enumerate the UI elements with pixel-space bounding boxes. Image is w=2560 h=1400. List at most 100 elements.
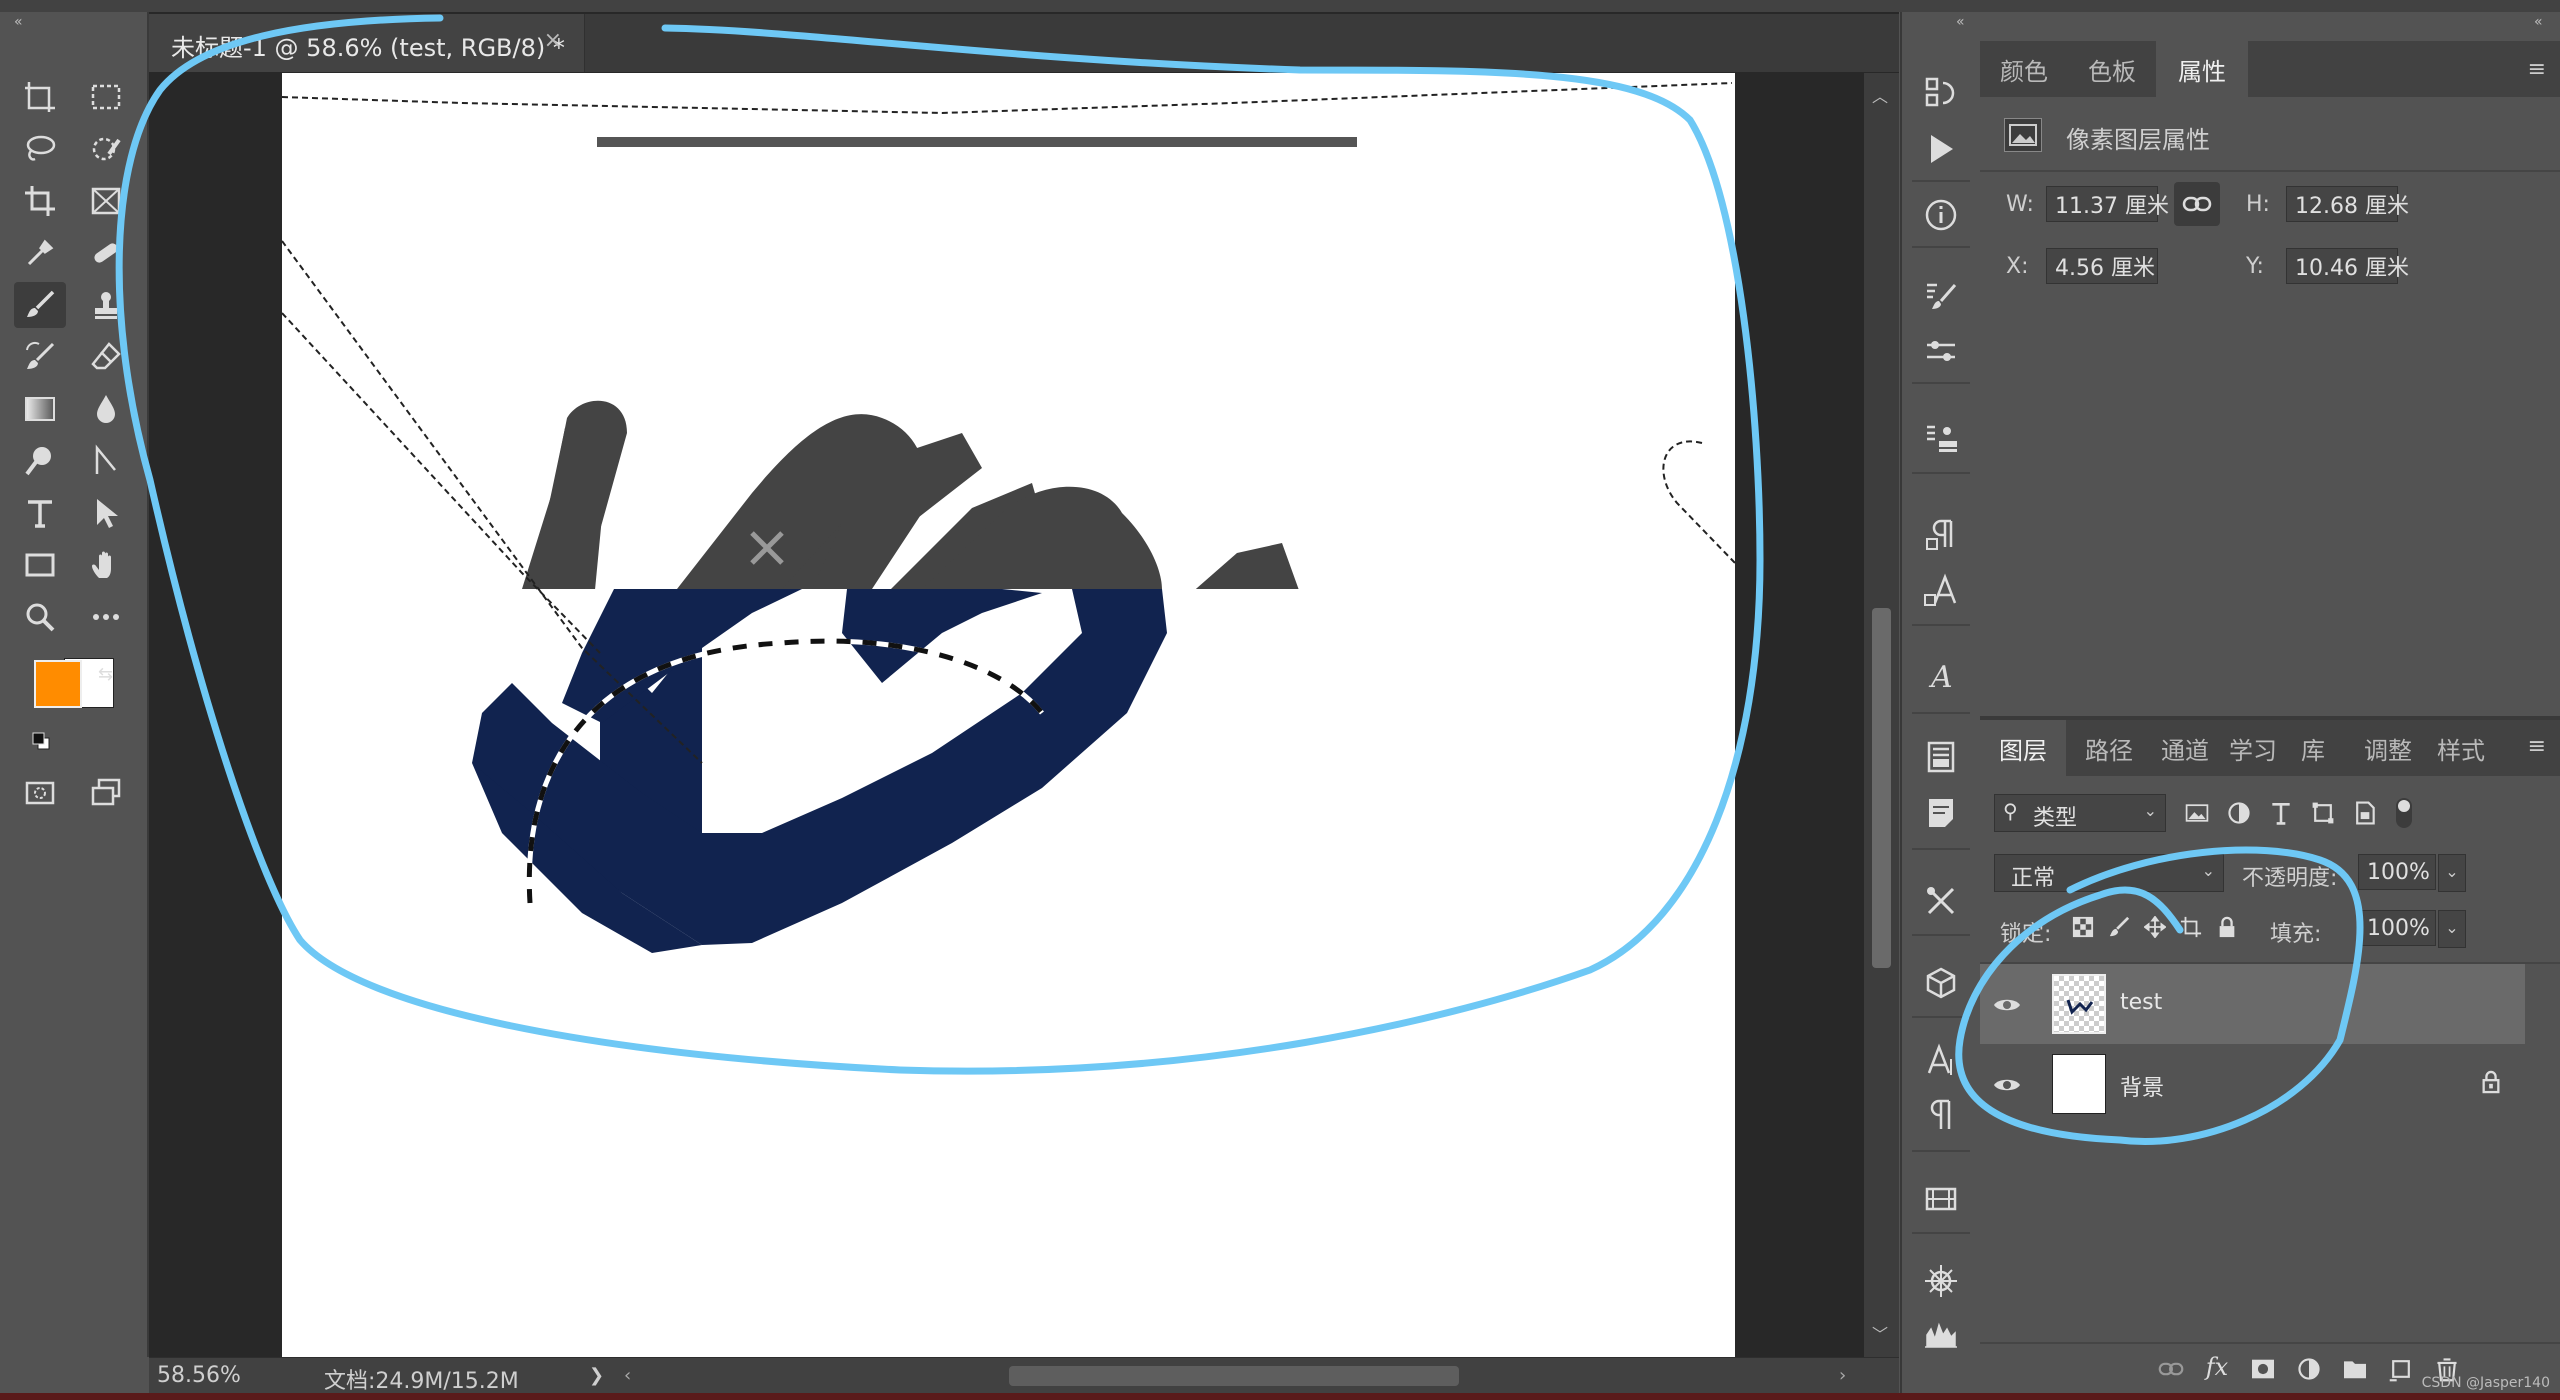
tab-swatches[interactable]: 色板 bbox=[2068, 41, 2156, 97]
tab-properties[interactable]: 属性 bbox=[2156, 41, 2248, 97]
layers-menu-icon[interactable]: ≡ bbox=[2528, 734, 2546, 759]
brush-presets-icon[interactable] bbox=[1916, 328, 1966, 374]
lock-transparent-icon[interactable] bbox=[2068, 912, 2098, 942]
tab-styles[interactable]: 样式 bbox=[2426, 720, 2496, 776]
eraser-icon[interactable] bbox=[80, 334, 132, 380]
filter-shape-icon[interactable] bbox=[2308, 798, 2338, 828]
brush-icon[interactable] bbox=[14, 282, 66, 328]
lock-all-icon[interactable] bbox=[2212, 912, 2242, 942]
type-icon[interactable] bbox=[14, 490, 66, 536]
horizontal-scroll-thumb[interactable] bbox=[1009, 1366, 1459, 1386]
width-field[interactable]: 11.37 厘米 bbox=[2046, 186, 2169, 222]
stamp-icon[interactable] bbox=[80, 282, 132, 328]
collapse-left-icon[interactable]: « bbox=[14, 14, 23, 30]
character-styles-icon[interactable] bbox=[1916, 568, 1966, 614]
opacity-field[interactable]: 100% bbox=[2358, 854, 2436, 890]
timeline-icon[interactable] bbox=[1916, 1176, 1966, 1222]
layer-name[interactable]: 背景 bbox=[2120, 1070, 2164, 1102]
dodge-icon[interactable] bbox=[14, 438, 66, 484]
paragraph-styles-icon[interactable] bbox=[1916, 512, 1966, 558]
new-layer-icon[interactable] bbox=[2386, 1354, 2416, 1384]
adjustment-icon[interactable] bbox=[2294, 1354, 2324, 1384]
properties-menu-icon[interactable]: ≡ bbox=[2528, 57, 2546, 82]
layer-row-background[interactable]: 背景 bbox=[1980, 1044, 2525, 1124]
more-icon[interactable] bbox=[80, 594, 132, 640]
tab-color[interactable]: 颜色 bbox=[1980, 41, 2068, 97]
notes-icon[interactable] bbox=[1916, 790, 1966, 836]
zoom-level[interactable]: 58.56% bbox=[157, 1363, 241, 1388]
opacity-dropdown-icon[interactable]: ⌄ bbox=[2438, 854, 2466, 892]
canvas[interactable] bbox=[282, 73, 1735, 1358]
visibility-eye-icon[interactable] bbox=[1992, 1070, 2022, 1100]
filter-type-icon[interactable] bbox=[2266, 798, 2296, 828]
history-icon[interactable] bbox=[1916, 70, 1966, 116]
quick-mask-icon[interactable] bbox=[14, 770, 66, 816]
mask-icon[interactable] bbox=[2248, 1354, 2278, 1384]
blur-icon[interactable] bbox=[80, 386, 132, 432]
x-position-field[interactable]: 4.56 厘米 bbox=[2046, 248, 2158, 284]
filter-smart-object-icon[interactable] bbox=[2350, 798, 2380, 828]
info-icon[interactable] bbox=[1916, 192, 1966, 238]
status-menu-arrow[interactable]: ❯ bbox=[589, 1365, 604, 1386]
filter-pixel-icon[interactable] bbox=[2182, 798, 2212, 828]
lasso-icon[interactable] bbox=[14, 126, 66, 172]
fx-icon[interactable]: fx bbox=[2202, 1352, 2232, 1382]
fill-field[interactable]: 100% bbox=[2358, 910, 2436, 946]
play-actions-icon[interactable] bbox=[1916, 126, 1966, 172]
character-icon[interactable] bbox=[1916, 1038, 1966, 1084]
group-icon[interactable] bbox=[2340, 1354, 2370, 1384]
filter-adjustment-icon[interactable] bbox=[2224, 798, 2254, 828]
link-layers-icon[interactable] bbox=[2156, 1354, 2186, 1384]
tab-channels[interactable]: 通道 bbox=[2152, 720, 2218, 776]
healing-brush-icon[interactable] bbox=[80, 230, 132, 276]
tab-learn[interactable]: 学习 bbox=[2218, 720, 2288, 776]
paragraph-icon[interactable] bbox=[1916, 1092, 1966, 1138]
layer-filter-select[interactable]: ⚲ 类型 ⌄ bbox=[1994, 794, 2166, 832]
zoom-icon[interactable] bbox=[14, 594, 66, 640]
rectangle-icon[interactable] bbox=[14, 542, 66, 588]
document-tab[interactable]: 未标题-1 @ 58.6% (test, RGB/8) * × bbox=[149, 14, 585, 72]
link-dimensions-icon[interactable] bbox=[2174, 182, 2220, 226]
tab-adjustments[interactable]: 调整 bbox=[2350, 720, 2426, 776]
scroll-right-icon[interactable]: › bbox=[1839, 1365, 1846, 1386]
crop-icon[interactable] bbox=[14, 178, 66, 224]
tab-libraries[interactable]: 库 bbox=[2288, 720, 2338, 776]
clone-source-icon[interactable] bbox=[1916, 416, 1966, 462]
height-field[interactable]: 12.68 厘米 bbox=[2286, 186, 2409, 222]
visibility-eye-icon[interactable] bbox=[1992, 990, 2022, 1020]
tab-layers[interactable]: 图层 bbox=[1980, 720, 2066, 776]
default-colors-icon[interactable] bbox=[32, 732, 50, 750]
filter-toggle[interactable] bbox=[2396, 798, 2412, 828]
quick-select-icon[interactable] bbox=[80, 126, 132, 172]
collapse-right-icon[interactable]: « bbox=[2534, 14, 2543, 30]
vertical-scroll-thumb[interactable] bbox=[1872, 608, 1891, 968]
scroll-left-icon[interactable]: ‹ bbox=[624, 1365, 631, 1386]
y-position-field[interactable]: 10.46 厘米 bbox=[2286, 248, 2409, 284]
fill-dropdown-icon[interactable]: ⌄ bbox=[2438, 910, 2466, 948]
close-icon[interactable]: × bbox=[544, 28, 562, 53]
lock-position-icon[interactable] bbox=[2140, 912, 2170, 942]
screen-mode-icon[interactable] bbox=[80, 770, 132, 816]
pen-icon[interactable] bbox=[80, 438, 132, 484]
hand-icon[interactable] bbox=[80, 542, 132, 588]
collapse-strip-icon[interactable]: « bbox=[1956, 14, 1965, 30]
tool-presets-icon[interactable] bbox=[1916, 878, 1966, 924]
rect-marquee-icon[interactable] bbox=[80, 74, 132, 120]
scroll-down-icon[interactable]: ﹀ bbox=[1872, 1321, 1888, 1345]
navigator-icon[interactable] bbox=[1916, 734, 1966, 780]
foreground-color-swatch[interactable] bbox=[34, 660, 82, 708]
3d-icon[interactable] bbox=[1916, 960, 1966, 1006]
layer-row-test[interactable]: test bbox=[1980, 964, 2525, 1044]
histogram-icon[interactable] bbox=[1916, 1312, 1966, 1358]
tab-paths[interactable]: 路径 bbox=[2066, 720, 2152, 776]
layer-name[interactable]: test bbox=[2120, 990, 2162, 1015]
swap-colors-icon[interactable]: ⇆ bbox=[98, 664, 113, 685]
path-select-icon[interactable] bbox=[80, 490, 132, 536]
lock-pixels-icon[interactable] bbox=[2104, 912, 2134, 942]
frame-icon[interactable] bbox=[80, 178, 132, 224]
brush-settings-icon[interactable] bbox=[1916, 274, 1966, 320]
artboard-icon[interactable] bbox=[14, 74, 66, 120]
gradient-icon[interactable] bbox=[14, 386, 66, 432]
glyphs-icon[interactable]: A bbox=[1916, 652, 1966, 698]
eyedropper-icon[interactable] bbox=[14, 230, 66, 276]
